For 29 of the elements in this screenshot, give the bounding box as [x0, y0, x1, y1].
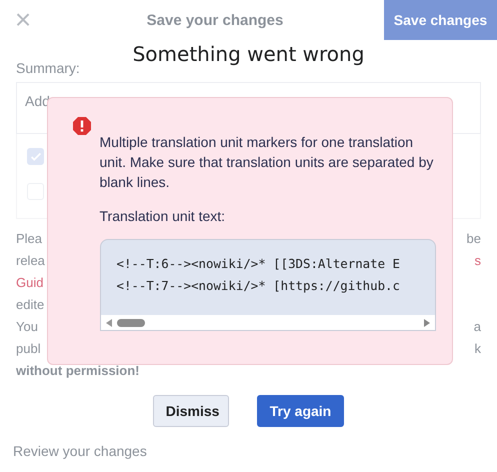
close-icon[interactable]: × — [0, 0, 46, 40]
error-text: Multiple translation unit markers for one translation unit. Make sure that translation units are separated by blank lines. — [100, 133, 434, 192]
checkbox[interactable] — [27, 148, 44, 165]
notice-text: Plea — [16, 230, 42, 246]
notice-text: be — [466, 230, 481, 246]
notice-text: edite — [16, 296, 44, 312]
review-tab[interactable]: Review your changes — [13, 443, 147, 459]
notice-text: publ — [16, 340, 41, 356]
summary-label: Summary: — [16, 60, 81, 78]
link[interactable]: Guid — [16, 274, 44, 290]
notice-text: You — [16, 318, 38, 334]
notice-text: k — [474, 340, 481, 356]
try-again-button[interactable]: Try again — [256, 395, 344, 427]
dismiss-button[interactable]: Dismiss — [152, 395, 229, 427]
code-line: <!--T:7--><nowiki/>* [https://github.c — [116, 277, 401, 295]
notice-text: without permission! — [16, 362, 140, 378]
notice-text: relea — [16, 252, 45, 268]
save-button[interactable]: Save changes — [384, 0, 497, 40]
scrollbar-thumb[interactable] — [116, 318, 144, 326]
page-title: Save your changes — [146, 12, 284, 28]
error-icon — [72, 116, 92, 136]
scroll-right-icon[interactable] — [422, 318, 430, 328]
code-label: Translation unit text: — [100, 207, 226, 226]
scroll-left-icon[interactable] — [104, 318, 112, 328]
horizontal-scrollbar[interactable] — [100, 315, 434, 330]
notice-text: a — [474, 318, 481, 334]
link[interactable]: s — [474, 252, 481, 268]
dialog-title: Something went wrong — [132, 41, 364, 68]
code-line: <!--T:6--><nowiki/>* [[3DS:Alternate E — [116, 255, 401, 273]
